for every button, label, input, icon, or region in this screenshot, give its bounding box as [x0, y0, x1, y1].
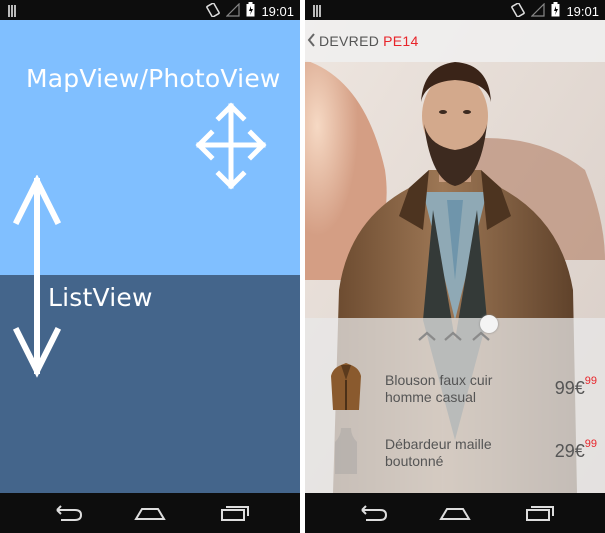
chevron-up-icon[interactable] [417, 328, 493, 349]
left-phone-screen: 19:01 MapView/PhotoView ListView [0, 0, 300, 533]
back-icon[interactable] [352, 501, 392, 525]
status-bar: 19:01 [305, 0, 605, 20]
product-name: Débardeur maille boutonné [385, 436, 492, 469]
scroll-handle[interactable] [480, 315, 498, 333]
list-item[interactable]: Blouson faux cuir homme casual 99€99 [305, 358, 605, 418]
status-icons: 19:01 [206, 1, 294, 20]
clock: 19:01 [261, 3, 294, 19]
screen-rotation-icon [206, 1, 221, 20]
collection-code: PE14 [383, 33, 419, 49]
map-photo-view-label: MapView/PhotoView [26, 64, 281, 93]
vertical-scroll-arrows-icon [9, 174, 65, 384]
no-signal-icon [226, 2, 241, 20]
status-icons: 19:01 [511, 1, 599, 20]
screen-rotation-icon [511, 1, 526, 20]
navigation-bar [0, 493, 300, 533]
pan-arrows-icon [193, 100, 269, 197]
product-price: 29€99 [554, 438, 597, 461]
right-phone-screen: 19:01 DEVRED PE14 Blouson faux cuir homm… [305, 0, 605, 533]
status-bar: 19:01 [0, 0, 300, 20]
brand-title[interactable]: DEVRED PE14 [319, 33, 419, 49]
product-list-panel[interactable]: Blouson faux cuir homme casual 99€99 Déba… [305, 315, 605, 493]
navigation-bar [305, 493, 605, 533]
battery-charging-icon [246, 2, 255, 20]
brand-name: DEVRED [319, 33, 380, 49]
product-thumbnail-tank [329, 426, 363, 481]
list-item[interactable]: Débardeur maille boutonné 29€99 [305, 418, 605, 478]
recent-apps-icon[interactable] [214, 501, 254, 525]
product-price: 99€99 [554, 375, 597, 398]
clock: 19:01 [566, 3, 599, 19]
chevron-left-icon[interactable] [307, 32, 317, 53]
product-name: Blouson faux cuir homme casual [385, 372, 493, 405]
product-thumbnail-jacket [329, 360, 363, 417]
home-icon[interactable] [130, 501, 170, 525]
home-icon[interactable] [435, 501, 475, 525]
no-signal-icon [531, 2, 546, 20]
action-bar: DEVRED PE14 [305, 20, 605, 62]
back-icon[interactable] [47, 501, 87, 525]
recent-apps-icon[interactable] [519, 501, 559, 525]
battery-charging-icon [551, 2, 560, 20]
